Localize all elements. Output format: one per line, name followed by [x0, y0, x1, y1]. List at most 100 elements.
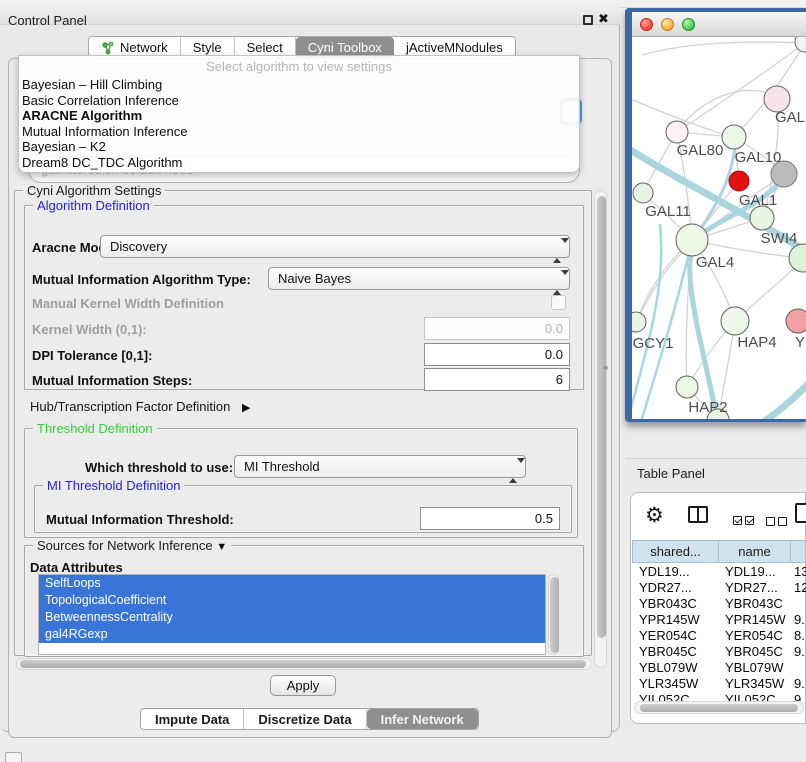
stepper-arrows-icon — [553, 272, 562, 293]
mi-steps-field[interactable]: 6 — [424, 368, 570, 391]
mi-steps-label: Mutual Information Steps: — [32, 373, 192, 388]
control-panel-title: Control Panel — [8, 13, 87, 28]
which-threshold-combobox[interactable]: MI Threshold — [234, 455, 526, 478]
mi-algorithm-type-label: Mutual Information Algorithm Type: — [32, 272, 251, 287]
tab-network-label: Network — [120, 40, 168, 55]
manual-kernel-width-checkbox[interactable] — [551, 295, 566, 310]
network-graph: GAL GAL80 GAL10 GAL11 GAL1 SWI4 GAL4 GCY… — [632, 37, 806, 419]
node-label: HAP2 — [688, 399, 727, 416]
table-row[interactable]: YBR045C YBR045C 9. — [632, 644, 806, 660]
node-label: Y — [795, 334, 805, 351]
network-window-titlebar[interactable] — [632, 12, 806, 37]
node-label: GAL4 — [696, 254, 734, 271]
network-node-gal1[interactable] — [750, 206, 774, 230]
node-label: GAL — [775, 109, 805, 126]
node-label: GAL10 — [735, 149, 782, 166]
node-label: GAL11 — [645, 203, 691, 220]
list-item[interactable]: SelfLoops — [39, 575, 545, 592]
dropdown-item[interactable]: Mutual Information Inference — [19, 124, 579, 140]
close-panel-icon[interactable]: ✖ — [598, 11, 609, 27]
collapse-down-icon[interactable]: ▼ — [216, 541, 227, 553]
close-window-icon[interactable] — [640, 18, 653, 31]
network-node-gal80[interactable] — [666, 121, 688, 143]
table-row[interactable]: YBL079W YBL079W — [632, 660, 806, 676]
dropdown-item[interactable]: Bayesian – K2 — [19, 139, 579, 155]
screen: Control Panel ✖ Network Style Select Cyn… — [0, 0, 806, 762]
mi-threshold-label: Mutual Information Threshold: — [46, 512, 234, 527]
tab-discretize-data[interactable]: Discretize Data — [244, 709, 366, 729]
algorithm-dropdown-header: Select algorithm to view settings — [19, 56, 579, 77]
table-horizontal-scrollbar[interactable] — [634, 701, 804, 714]
threshold-definition-title: Threshold Definition — [33, 421, 157, 436]
algorithm-dropdown: Select algorithm to view settings Bayesi… — [18, 55, 580, 173]
table-row[interactable]: YDR27... YDR27... 12 — [632, 580, 806, 596]
network-node-swi4[interactable] — [789, 244, 806, 272]
column-header-name[interactable]: name — [718, 540, 790, 563]
node-label: GAL1 — [739, 192, 777, 209]
network-node-selected-red[interactable] — [729, 171, 749, 191]
dropdown-item[interactable]: Dream8 DC_TDC Algorithm — [19, 155, 579, 171]
float-window-icon[interactable] — [583, 15, 593, 25]
network-icon — [101, 41, 115, 55]
gear-icon[interactable]: ⚙ — [645, 505, 664, 526]
dpi-tolerance-field[interactable]: 0.0 — [424, 343, 570, 366]
aracne-mode-combobox[interactable]: Discovery — [100, 235, 570, 258]
network-node-gcy1[interactable] — [632, 312, 646, 332]
network-node-hap2[interactable] — [676, 376, 698, 398]
table-header-row: shared... name — [632, 540, 806, 563]
tab-infer-network[interactable]: Infer Network — [367, 709, 478, 729]
stepper-arrows-icon — [509, 460, 518, 481]
network-node-gal11[interactable] — [633, 183, 653, 203]
column-header-shared-name[interactable]: shared... — [632, 540, 718, 563]
dpi-tolerance-label: DPI Tolerance [0,1]: — [32, 348, 152, 363]
dropdown-item[interactable]: Basic Correlation Inference — [19, 93, 579, 109]
dropdown-item[interactable]: Bayesian – Hill Climbing — [19, 77, 579, 93]
network-canvas[interactable]: GAL GAL80 GAL10 GAL11 GAL1 SWI4 GAL4 GCY… — [632, 37, 806, 419]
network-node-gal10[interactable] — [722, 125, 746, 149]
node-label: SWI4 — [761, 230, 798, 247]
apply-button[interactable]: Apply — [270, 675, 336, 696]
split-columns-icon[interactable] — [688, 506, 708, 523]
mi-threshold-definition-title: MI Threshold Definition — [43, 478, 184, 493]
algorithm-definition-title: Algorithm Definition — [33, 198, 154, 213]
document-icon[interactable] — [795, 503, 806, 523]
column-header-clipped[interactable] — [790, 540, 806, 563]
minimized-panel-icon[interactable] — [5, 752, 22, 762]
hub-definition-toggle[interactable]: Hub/Transcription Factor Definition ▶ — [30, 399, 250, 414]
mi-algorithm-type-combobox[interactable]: Naive Bayes — [268, 267, 570, 290]
deselect-checkboxes-icon[interactable] — [766, 513, 790, 531]
table-row[interactable]: YLR345W YLR345W 9. — [632, 676, 806, 692]
mi-threshold-field[interactable]: 0.5 — [420, 507, 560, 530]
network-node-gal4[interactable] — [676, 224, 708, 256]
table-row[interactable]: YER054C YER054C 8. — [632, 628, 806, 644]
network-node-salmon[interactable] — [786, 309, 806, 333]
table-row[interactable]: YBR043C YBR043C — [632, 596, 806, 612]
minimize-window-icon[interactable] — [661, 18, 674, 31]
settings-vertical-scrollbar[interactable] — [594, 190, 607, 668]
table-row[interactable]: YDL19... YDL19... 13 — [632, 564, 806, 580]
panel-resize-arrow-icon[interactable]: ◄ — [601, 363, 609, 372]
network-node-hap4[interactable] — [721, 307, 749, 335]
node-label: GAL80 — [677, 142, 724, 159]
table-panel-title: Table Panel — [637, 466, 705, 481]
list-item[interactable]: BetweennessCentrality — [39, 609, 545, 626]
table-row-clipped[interactable]: YIL052C YIL052C 9 — [632, 692, 806, 701]
settings-horizontal-scrollbar[interactable] — [16, 658, 592, 670]
sources-group-title: Sources for Network Inference ▼ — [33, 538, 231, 553]
data-attributes-label: Data Attributes — [30, 560, 123, 575]
stepper-arrows-icon — [553, 240, 562, 261]
node-label: HAP4 — [737, 334, 776, 351]
list-item[interactable]: TopologicalCoefficient — [39, 592, 545, 609]
which-threshold-label: Which threshold to use: — [85, 460, 233, 475]
manual-kernel-width-label: Manual Kernel Width Definition — [32, 296, 224, 311]
bottom-tabbar: Impute Data Discretize Data Infer Networ… — [140, 708, 479, 730]
attributes-list-scrollbar[interactable] — [548, 574, 559, 655]
tab-impute-data[interactable]: Impute Data — [141, 709, 244, 729]
list-item[interactable]: gal4RGexp — [39, 626, 545, 643]
table-row[interactable]: YPR145W YPR145W 9. — [632, 612, 806, 628]
expand-right-icon: ▶ — [242, 402, 250, 414]
dropdown-item-selected[interactable]: ARACNE Algorithm — [19, 108, 579, 124]
kernel-width-field[interactable]: 0.0 — [424, 317, 570, 340]
zoom-window-icon[interactable] — [682, 18, 695, 31]
select-all-checkboxes-icon[interactable] — [733, 512, 757, 530]
